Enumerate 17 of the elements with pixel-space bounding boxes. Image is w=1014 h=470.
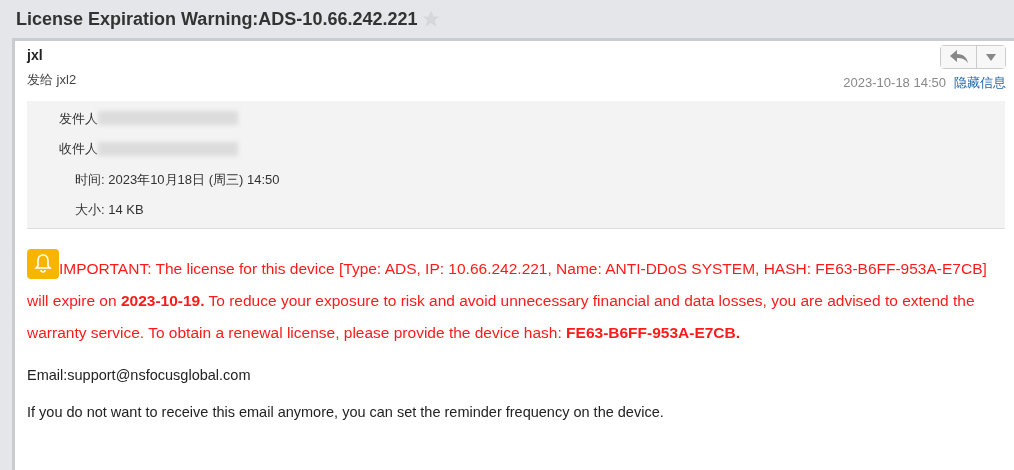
sender-name: jxl	[27, 46, 44, 65]
email-subject: License Expiration Warning:ADS-10.66.242.221	[16, 7, 418, 31]
reply-icon	[949, 50, 968, 64]
body-paragraph: Email:support@nsfocusglobal.com	[27, 365, 252, 385]
detail-label: 收件人	[59, 140, 98, 158]
detail-label: 发件人	[59, 109, 98, 128]
caret-icon	[986, 53, 996, 61]
more-button[interactable]	[977, 46, 1005, 68]
detail-label: 时间: 2023年10月18日 (周三) 14:50	[75, 170, 280, 189]
warning-message: IMPORTANT: The license for this device [Type: ADS, IP: 10.66.242.221, Name: ANTI-DDoS SYSTEM, HASH: FE63-B6FF-953A-E7CB] will expire on 2023-10-19. To reduce your exposure to risk and avoid unnecessary financial and data losses, you are advised to extend the warranty service. To obtain a renewal license, please provide the device hash: FE63-B6FF-953A-E7CB.	[27, 252, 1002, 349]
email-date: 2023-10-18 14:50	[843, 74, 946, 92]
body-paragraph: If you do not want to receive this email anymore, you can set the reminder frequency on the device.	[27, 403, 665, 423]
hide-details-link[interactable]: 隐藏信息	[954, 73, 1006, 93]
recipient-line: 发给 jxl2	[27, 71, 77, 89]
bell-icon	[27, 248, 59, 279]
reply-button[interactable]	[941, 46, 977, 68]
detail-label: 大小: 14 KB	[75, 201, 144, 219]
